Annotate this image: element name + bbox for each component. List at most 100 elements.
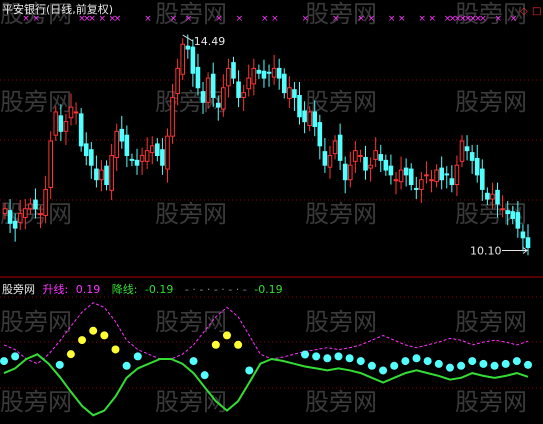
candle-body <box>358 155 363 158</box>
watermark-text: 股旁网 <box>155 308 227 336</box>
candle-body <box>7 210 13 224</box>
candle-body <box>226 67 231 87</box>
marker-x: × <box>144 14 152 24</box>
up-line <box>3 302 529 365</box>
candle-body <box>454 164 460 186</box>
low-label: 10.10 <box>470 244 502 257</box>
candle-body <box>73 111 79 114</box>
candle-body <box>124 134 130 157</box>
candle-body <box>317 122 323 147</box>
signal-dot-low <box>490 361 499 370</box>
marker-x: × <box>368 14 376 24</box>
candle-body <box>99 169 104 181</box>
candle-body <box>347 164 353 181</box>
candle-body <box>33 199 38 210</box>
signal-dot-low <box>345 354 354 363</box>
up-line-value: 0.19 <box>75 283 101 296</box>
candle-body <box>119 128 125 142</box>
watermark-text: 股旁网 <box>305 200 377 228</box>
candle-body <box>246 77 252 90</box>
candle-body <box>292 89 297 98</box>
candle-body <box>520 231 526 239</box>
signal-dot-low <box>189 357 198 366</box>
marker-x: × <box>388 14 396 24</box>
watermark-text: 股旁网 <box>305 308 377 336</box>
watermark-text: 股旁网 <box>0 308 72 336</box>
marker-x: × <box>510 14 518 24</box>
signal-dot-low <box>323 354 332 363</box>
signal-dot-low <box>312 352 321 361</box>
candle-body <box>180 43 186 75</box>
diamond-icon: ◇ <box>520 6 528 17</box>
candle-body <box>388 165 394 176</box>
signal-dot-low <box>334 352 343 361</box>
candle-body <box>175 67 180 95</box>
signal-dot-high <box>111 345 120 354</box>
candle-body <box>266 71 272 74</box>
candle-body <box>525 237 531 248</box>
candle-body <box>241 92 246 98</box>
signal-dot-high <box>78 336 87 345</box>
candle-body <box>12 220 18 229</box>
signal-dot-low <box>301 350 310 359</box>
candle-body <box>251 67 257 85</box>
high-label: 14.49 <box>194 35 226 48</box>
watermark-text: 股旁网 <box>455 308 527 336</box>
candle-body <box>485 192 490 200</box>
candle-body <box>104 165 109 186</box>
signal-dot-low <box>412 354 421 363</box>
candle-body <box>38 213 43 216</box>
down-line-value: -0.19 <box>144 283 174 296</box>
candle-body <box>363 156 368 171</box>
signal-dot-low <box>390 361 399 370</box>
signal-dot-low <box>445 363 454 372</box>
candle-body <box>424 174 429 177</box>
candle-body <box>83 143 89 157</box>
candle-body <box>149 145 155 154</box>
signal-dot-low <box>524 360 532 369</box>
candle-body <box>109 155 114 191</box>
candle-body <box>221 87 226 110</box>
candle-body <box>302 110 307 123</box>
candle-body <box>495 189 500 205</box>
candle-body <box>337 134 343 161</box>
candle-body <box>439 167 444 181</box>
marker-x: × <box>357 14 365 24</box>
candle-body <box>480 168 485 190</box>
candle-body <box>89 149 94 166</box>
candle-body <box>195 66 201 89</box>
candle-body <box>48 140 53 188</box>
signal-dot-low <box>434 359 443 368</box>
candle-body <box>368 164 373 169</box>
watermark-text: 股旁网 <box>155 88 227 116</box>
signal-dot-low <box>468 357 477 366</box>
square-icon: □ <box>532 6 541 17</box>
marker-x: × <box>398 14 406 24</box>
marker-x: × <box>271 14 279 24</box>
candle-body <box>170 96 175 137</box>
down-line-label: 降线: -0.19 <box>112 283 178 296</box>
signal-dot-low <box>401 357 410 366</box>
candle-body <box>276 67 282 79</box>
indicator-panel <box>0 302 532 417</box>
indicator-name: 股旁网 <box>2 283 35 296</box>
candle-body <box>469 152 475 161</box>
candle-body <box>378 154 384 161</box>
candle-body <box>94 168 99 181</box>
signal-dot-high <box>211 340 220 349</box>
candle-body <box>256 69 262 74</box>
legend-last-value: -0.19 <box>254 283 283 296</box>
signal-dot-low <box>133 352 142 361</box>
candle-body <box>185 45 191 50</box>
signal-dot-low <box>11 352 20 361</box>
candle-body <box>134 159 140 166</box>
signal-dot-low <box>457 361 466 370</box>
candle-body <box>144 150 150 162</box>
signal-dot-low <box>356 357 365 366</box>
up-line-label: 升线: 0.19 <box>43 283 105 296</box>
marker-x: × <box>495 14 503 24</box>
candle-body <box>23 208 28 218</box>
candle-body <box>43 188 48 217</box>
up-line-label-text: 升线: <box>42 283 69 296</box>
signal-dot-low <box>122 361 131 370</box>
